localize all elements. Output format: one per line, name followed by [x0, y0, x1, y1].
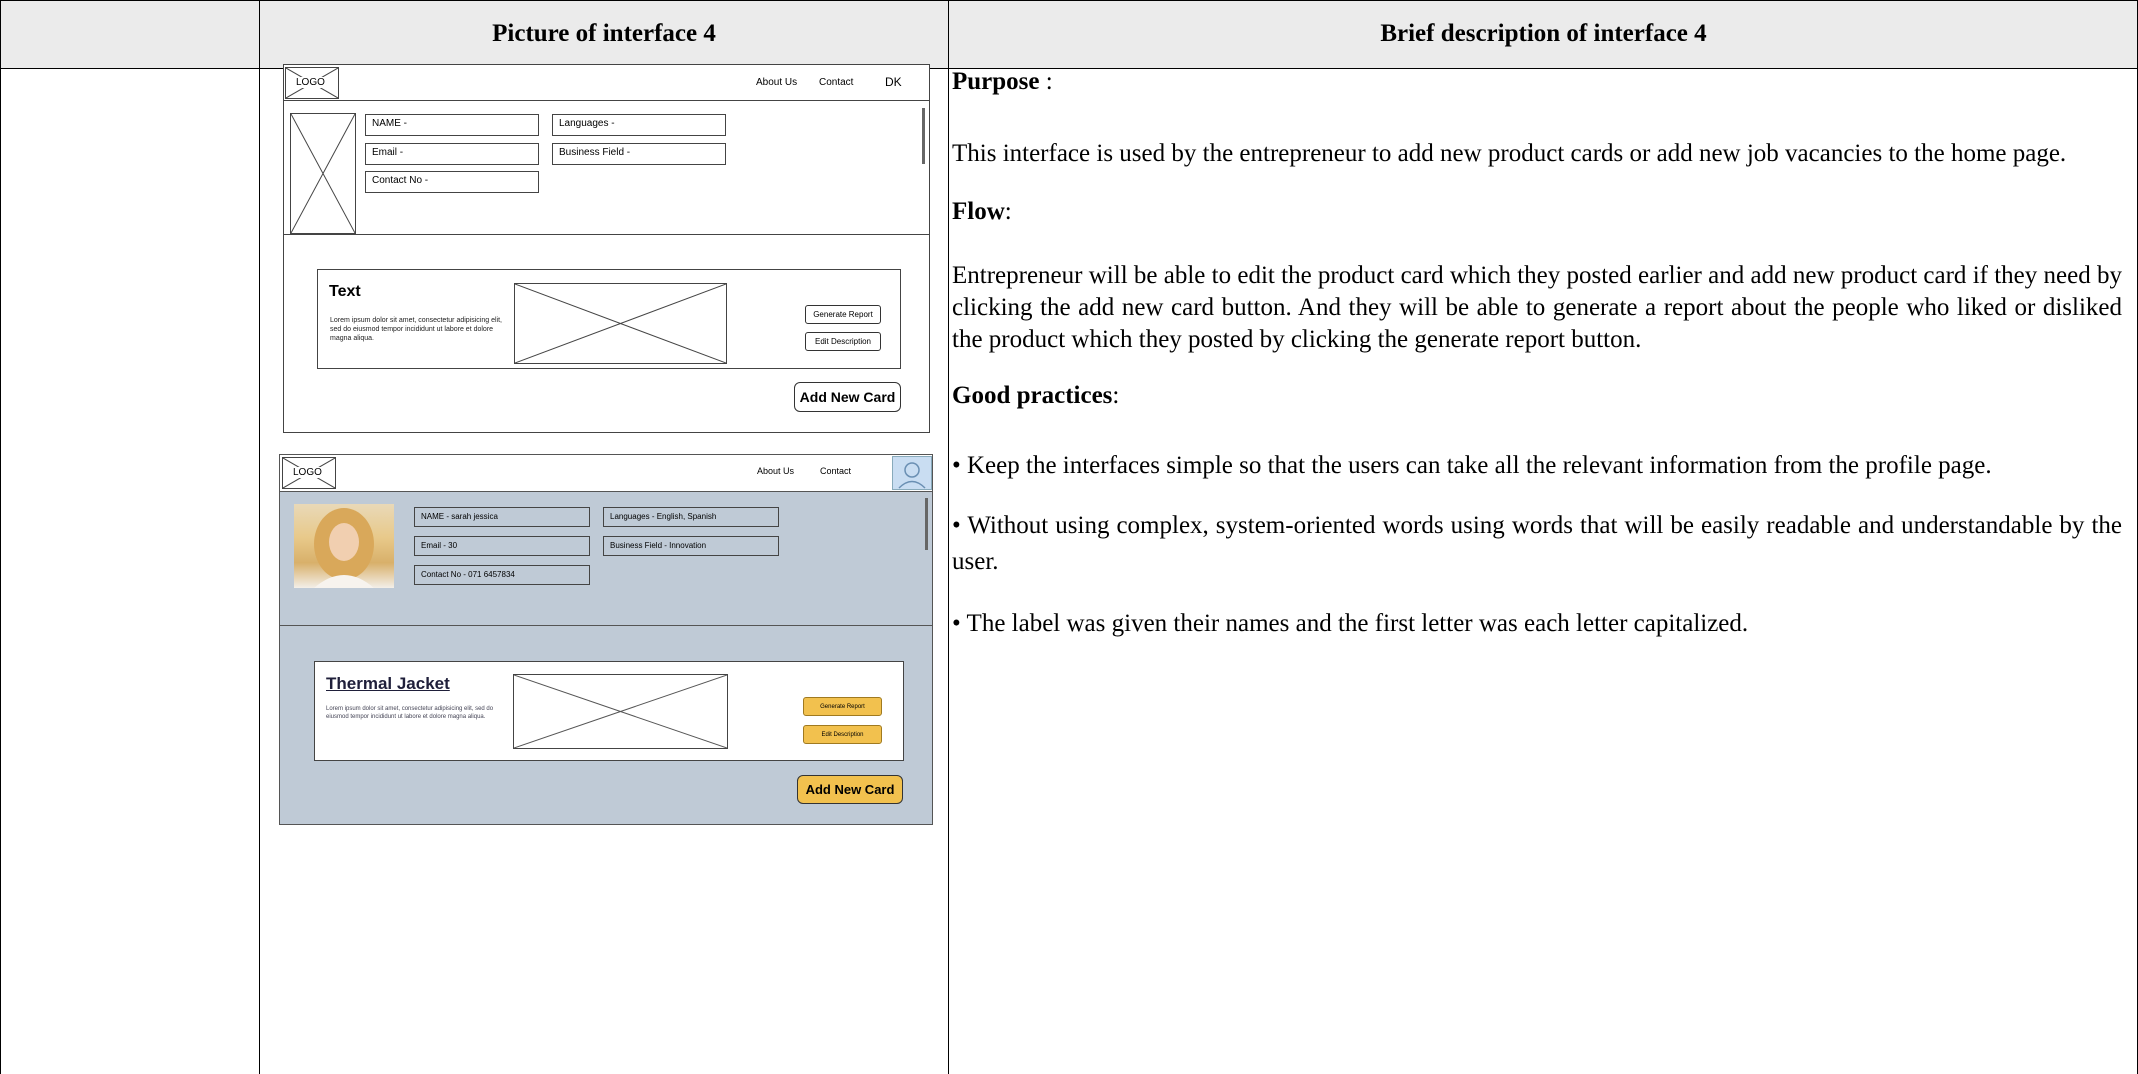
mockup-business-field[interactable]: Business Field - Innovation [603, 536, 779, 556]
wireframe-avatar-placeholder [290, 113, 356, 234]
practice-item-1: • Keep the interfaces simple so that the… [952, 452, 1992, 479]
flow-heading: Flow: [952, 198, 1012, 225]
practice-item-3: • The label was given their names and th… [952, 610, 1749, 637]
mockup-section-divider [280, 625, 932, 626]
card-body-text: Lorem ipsum dolor sit amet, consectetur … [330, 317, 502, 342]
wireframe-logo: LOGO [285, 67, 339, 99]
card-image-placeholder [514, 283, 727, 364]
mockup-card-title: Thermal Jacket [326, 674, 450, 693]
table-left-border [0, 0, 1, 1074]
flow-text: Entrepreneur will be able to edit the pr… [952, 262, 2122, 353]
generate-report-button[interactable]: Generate Report [805, 305, 881, 324]
mockup-generate-report-button[interactable]: Generate Report [803, 697, 882, 716]
purpose-text: This interface is used by the entreprene… [952, 140, 2067, 167]
name-field[interactable]: NAME - [365, 114, 539, 136]
practice-item-2: • Without using complex, system-oriented… [952, 512, 2122, 575]
wireframe-section-divider [283, 234, 930, 235]
business-field[interactable]: Business Field - [552, 143, 726, 165]
mockup-scrollbar[interactable] [925, 498, 928, 550]
mockup-card-body-text: Lorem ipsum dolor sit amet, consectetur … [326, 706, 494, 720]
logo-text: LOGO [296, 77, 325, 88]
mockup-edit-description-button[interactable]: Edit Description [803, 725, 882, 744]
mockup-nav-contact[interactable]: Contact [820, 466, 851, 476]
languages-field[interactable]: Languages - [552, 114, 726, 136]
table-col-divider-2 [948, 0, 949, 1074]
add-new-card-button[interactable]: Add New Card [794, 382, 901, 412]
email-field[interactable]: Email - [365, 143, 539, 165]
wireframe-header-line [283, 100, 930, 101]
mockup-logo-text: LOGO [293, 467, 322, 478]
edit-description-button[interactable]: Edit Description [805, 332, 881, 351]
nav-initials[interactable]: DK [885, 75, 902, 89]
mockup-contact-field[interactable]: Contact No - 071 6457834 [414, 565, 590, 585]
table-col-divider-1 [259, 0, 260, 1074]
wireframe-scrollbar[interactable] [922, 108, 925, 164]
nav-contact[interactable]: Contact [819, 77, 853, 88]
header-description-column: Brief description of interface 4 [1380, 20, 1707, 47]
header-picture-column: Picture of interface 4 [492, 20, 716, 47]
mockup-logo: LOGO [282, 457, 336, 489]
nav-about-us[interactable]: About Us [756, 77, 797, 88]
description-column: Purpose : This interface is used by the … [952, 64, 2122, 642]
purpose-heading: Purpose : [952, 68, 1053, 95]
mockup-languages-field[interactable]: Languages - English, Spanish [603, 507, 779, 527]
card-title: Text [329, 283, 361, 300]
table-top-border [0, 0, 2138, 1]
good-practices-heading: Good practices: [952, 382, 1120, 409]
user-avatar-icon[interactable] [892, 456, 932, 490]
mockup-email-field[interactable]: Email - 30 [414, 536, 590, 556]
mockup-card-image-placeholder [513, 674, 728, 749]
mockup-add-new-card-button[interactable]: Add New Card [797, 775, 903, 804]
mockup-nav-about-us[interactable]: About Us [757, 466, 794, 476]
contact-field[interactable]: Contact No - [365, 171, 539, 193]
mockup-name-field[interactable]: NAME - sarah jessica [414, 507, 590, 527]
profile-photo [294, 504, 394, 588]
